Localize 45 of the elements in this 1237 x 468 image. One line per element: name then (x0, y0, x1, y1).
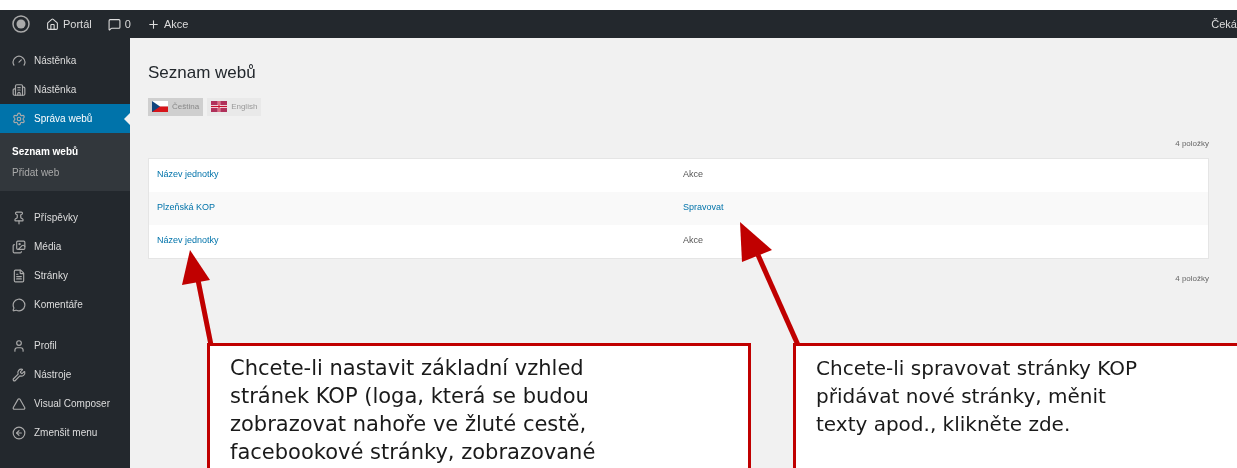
sidebar-item[interactable]: Správa webů (0, 104, 130, 133)
table-cell: Akce (683, 234, 703, 248)
sidebar-item[interactable]: Média (0, 232, 130, 261)
toolbar-link[interactable]: Akce (146, 15, 189, 33)
sidebar-item[interactable]: Profil (0, 331, 130, 360)
user-link[interactable]: Čeká (1211, 15, 1237, 33)
item-count: 4 položky (1175, 137, 1209, 150)
flag-icon (152, 101, 168, 112)
home-icon (46, 17, 59, 31)
sidebar-item[interactable]: Stránky (0, 261, 130, 290)
plus-icon (146, 17, 160, 31)
submenu-item[interactable]: Přidat web (0, 162, 130, 183)
table-cell: Akce (683, 168, 703, 182)
sidebar-item[interactable]: Příspěvky (0, 203, 130, 232)
comment-icon (12, 297, 26, 312)
site-name-link[interactable]: Plzeňská KOP (157, 201, 683, 215)
submenu-item[interactable]: Seznam webů (0, 141, 130, 162)
sidebar-item[interactable]: Visual Composer (0, 389, 130, 418)
gauge-icon (12, 53, 26, 68)
sidebar-item[interactable]: Nástěnka (0, 75, 130, 104)
toolbar-link[interactable]: 0 (107, 15, 131, 33)
user-icon (12, 338, 26, 353)
toolbar-link[interactable]: Portál (46, 15, 92, 33)
flag-icon (211, 101, 228, 112)
sidebar-item[interactable]: Nástěnka (0, 46, 130, 75)
building-icon (12, 82, 26, 97)
callout-text: Chcete-li nastavit základní vzhled stránek KOP (loga, která se budou zobrazovat nahoře ve žluté cestě, facebookové stránky, zobrazované (230, 355, 597, 466)
triangle-icon (12, 396, 26, 411)
callout-text: Chcete-li spravovat stránky KOP přidávat nové stránky, měnit texty apod., klikněte zde. (816, 355, 1139, 438)
sidebar-item[interactable]: Nástroje (0, 360, 130, 389)
pin-icon (12, 210, 26, 225)
sidebar-item[interactable]: Komentáře (0, 290, 130, 319)
item-count: 4 položky (1175, 272, 1209, 285)
settings-icon (12, 111, 26, 126)
images-icon (12, 239, 26, 254)
page-icon (12, 268, 26, 283)
logo-icon (12, 15, 30, 33)
sidebar-item[interactable]: Zmenšit menu (0, 418, 130, 447)
site-name-link[interactable]: Název jednotky (157, 168, 683, 182)
comment-icon (107, 17, 121, 31)
page-title: Seznam webů (148, 62, 257, 84)
site-name-link[interactable]: Název jednotky (157, 234, 683, 248)
collapse-icon (12, 425, 26, 440)
wrench-icon (12, 367, 26, 382)
manage-link[interactable]: Spravovat (683, 201, 724, 215)
